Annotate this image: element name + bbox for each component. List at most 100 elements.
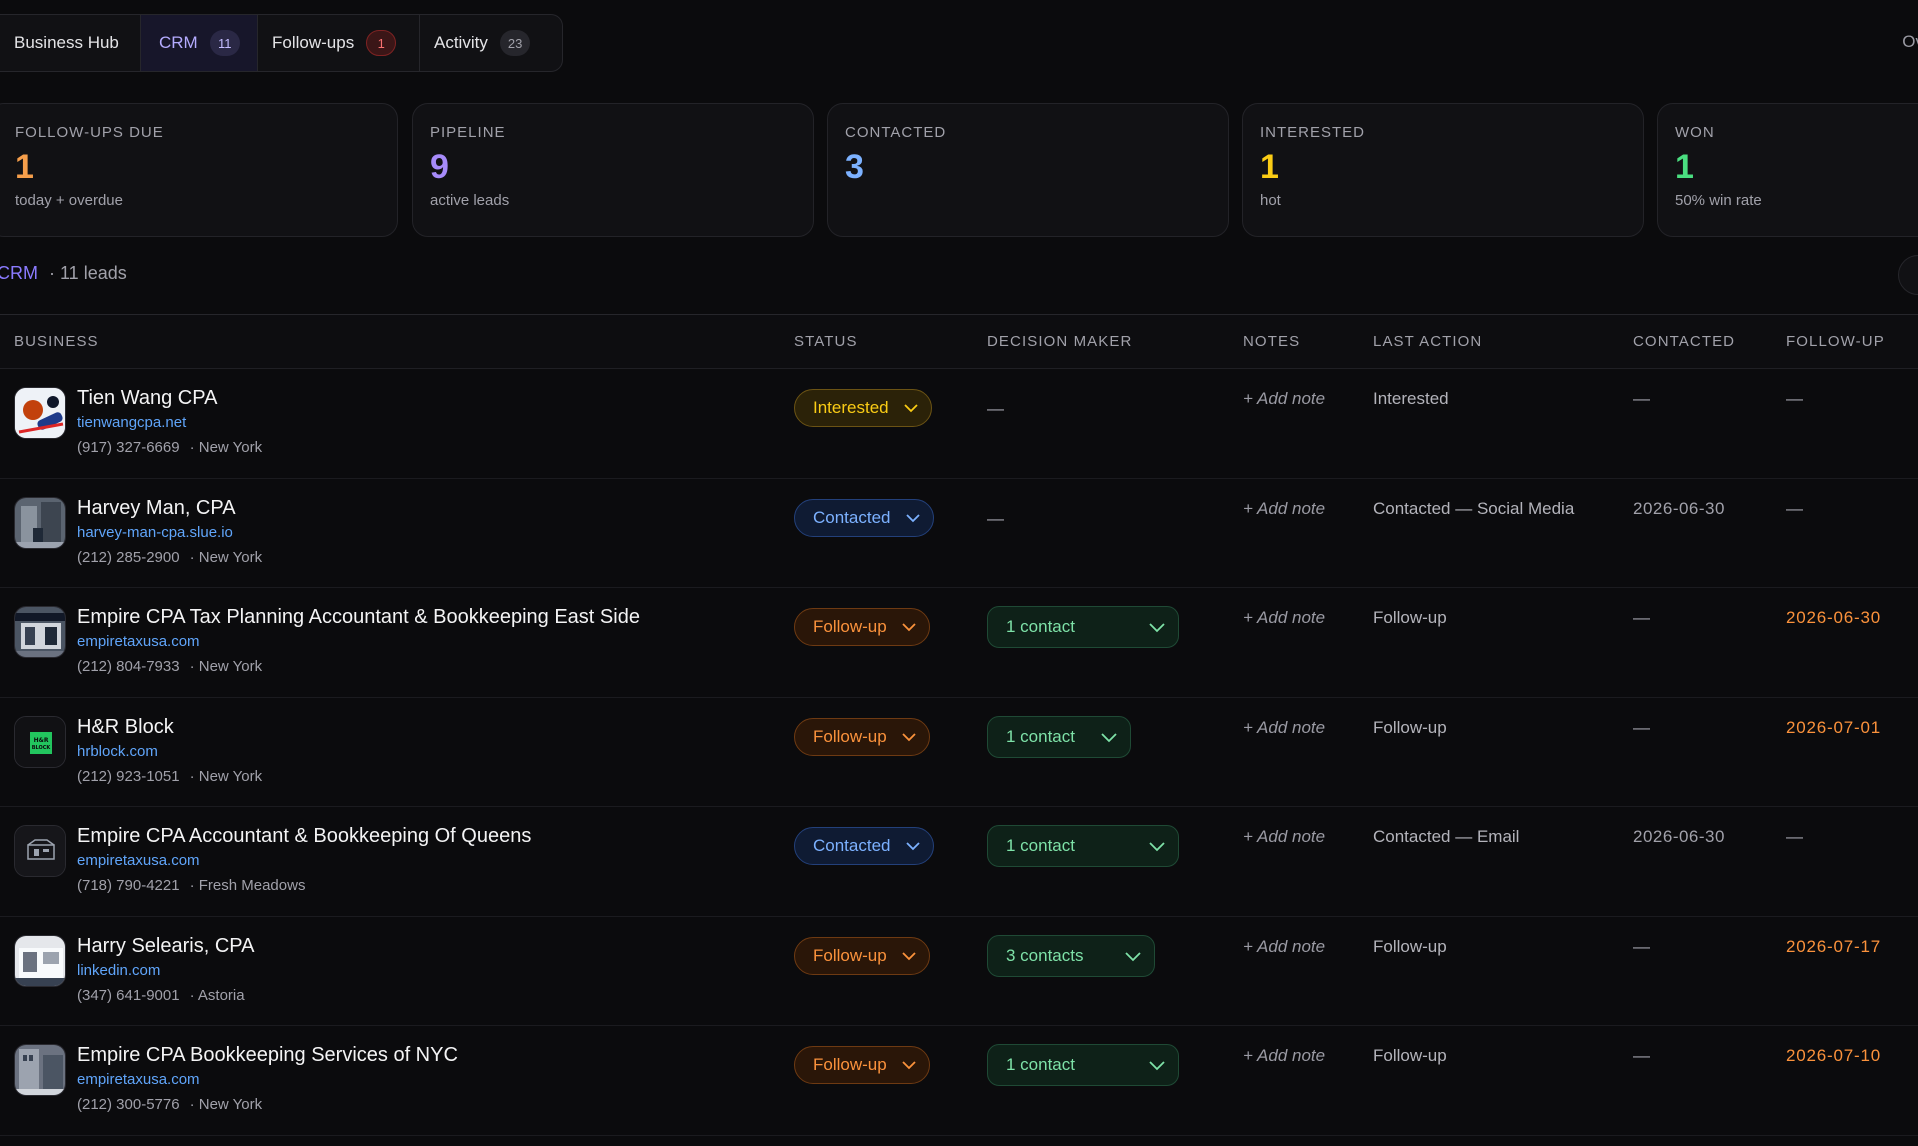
column-header-last-action[interactable]: LAST ACTION (1373, 333, 1482, 350)
stat-value: 3 (845, 148, 864, 186)
table-row[interactable]: Empire CPA Bookkeeping Services of NYC e… (0, 1026, 1918, 1136)
add-note-button[interactable]: + Add note (1243, 389, 1325, 409)
stat-value: 1 (1675, 148, 1694, 186)
status-dropdown[interactable]: Contacted (794, 498, 934, 537)
status-dropdown[interactable]: Follow-up (794, 608, 930, 646)
business-city: · New York (189, 1096, 263, 1113)
leads-table: BUSINESS STATUS DECISION MAKER NOTES LAS… (0, 314, 1918, 1136)
stat-label: FOLLOW-UPS DUE (15, 124, 164, 141)
table-header: BUSINESS STATUS DECISION MAKER NOTES LAS… (0, 314, 1918, 369)
overflow-tab-label[interactable]: Ov (1902, 32, 1918, 52)
decision-maker-dropdown[interactable]: 1 contact (987, 825, 1179, 867)
business-avatar (14, 934, 66, 987)
table-row[interactable]: Empire CPA Accountant & Bookkeeping Of Q… (0, 807, 1918, 917)
column-header-follow-up[interactable]: FOLLOW-UP (1786, 333, 1885, 350)
decision-maker-dropdown[interactable]: 1 contact (987, 1044, 1179, 1086)
add-note-button[interactable]: + Add note (1243, 718, 1325, 738)
business-phone: (718) 790-4221 (77, 877, 180, 894)
business-website-link[interactable]: empiretaxusa.com (77, 852, 200, 869)
tab-label: Business Hub (14, 33, 119, 52)
business-avatar (14, 606, 66, 658)
stat-sub: hot (1260, 192, 1281, 210)
status-dropdown[interactable]: Follow-up (794, 936, 930, 975)
contacted-date: — (1633, 1046, 1651, 1065)
decision-maker-count: 3 contacts (1006, 945, 1084, 965)
tab-follow-ups[interactable]: Follow-ups 1 (258, 15, 420, 71)
status-label: Follow-up (813, 726, 887, 746)
business-name[interactable]: Tien Wang CPA (77, 387, 217, 410)
stat-card-follow-ups-due: FOLLOW-UPS DUE 1 today + overdue (0, 103, 398, 237)
business-phone: (212) 804-7933 (77, 658, 180, 675)
status-dropdown[interactable]: Follow-up (794, 717, 930, 756)
stat-label: PIPELINE (430, 124, 506, 141)
business-website-link[interactable]: empiretaxusa.com (77, 1071, 200, 1088)
business-name[interactable]: Empire CPA Bookkeeping Services of NYC (77, 1044, 458, 1067)
business-name[interactable]: Empire CPA Accountant & Bookkeeping Of Q… (77, 825, 531, 848)
business-website-link[interactable]: linkedin.com (77, 962, 160, 979)
business-phone: (212) 300-5776 (77, 1096, 180, 1113)
business-city: · New York (189, 658, 263, 675)
column-header-business[interactable]: BUSINESS (14, 333, 99, 350)
business-website-link[interactable]: harvey-man-cpa.slue.io (77, 524, 233, 541)
decision-maker-empty: — (987, 399, 1004, 418)
stat-card-contacted: CONTACTED 3 (827, 103, 1229, 237)
add-note-button[interactable]: + Add note (1243, 937, 1325, 957)
stat-card-won: WON 1 50% win rate (1657, 103, 1918, 237)
chevron-down-icon (902, 1061, 916, 1070)
column-header-contacted[interactable]: CONTACTED (1633, 333, 1735, 350)
chevron-down-icon (1125, 951, 1141, 961)
last-action: Contacted — Email (1373, 827, 1520, 846)
follow-up-date: — (1786, 498, 1804, 518)
svg-text:H&R: H&R (34, 737, 49, 744)
business-website-link[interactable]: tienwangcpa.net (77, 414, 186, 431)
business-website-link[interactable]: empiretaxusa.com (77, 633, 200, 650)
business-city: · New York (189, 439, 263, 456)
business-name[interactable]: H&R Block (77, 716, 174, 739)
business-phone: (212) 285-2900 (77, 548, 180, 566)
business-name[interactable]: Empire CPA Tax Planning Accountant & Boo… (77, 606, 640, 629)
tab-count-badge: 1 (366, 30, 397, 56)
decision-maker-dropdown[interactable]: 3 contacts (987, 934, 1155, 977)
follow-up-date: 2026-07-10 (1786, 1046, 1881, 1065)
business-avatar (14, 1044, 66, 1096)
decision-maker-dropdown[interactable]: 1 contact (987, 715, 1131, 758)
tab-crm[interactable]: CRM 11 (141, 15, 258, 71)
status-label: Follow-up (813, 945, 887, 965)
add-note-button[interactable]: + Add note (1243, 1046, 1325, 1066)
business-website-link[interactable]: hrblock.com (77, 743, 158, 760)
business-contact-meta: (718) 790-4221 · Fresh Meadows (77, 877, 305, 894)
business-avatar (14, 387, 66, 439)
business-phone: (347) 641-9001 (77, 986, 180, 1004)
stat-sub: today + overdue (15, 192, 123, 210)
tab-business-hub[interactable]: Business Hub (0, 15, 141, 71)
table-row[interactable]: H&R BLOCK H&R Block hrblock.com (212) 923… (0, 698, 1918, 807)
last-action: Follow-up (1373, 936, 1447, 956)
main-tabs: Business Hub CRM 11 Follow-ups 1 Activit… (0, 14, 563, 72)
stat-value: 1 (1260, 148, 1279, 186)
stat-sub: active leads (430, 192, 510, 210)
table-row[interactable]: Harvey Man, CPA harvey-man-cpa.slue.io (… (0, 479, 1918, 588)
column-header-notes[interactable]: NOTES (1243, 333, 1300, 350)
follow-up-date: 2026-06-30 (1786, 608, 1881, 627)
decision-maker-dropdown[interactable]: 1 contact (987, 606, 1179, 648)
status-dropdown[interactable]: Interested (794, 389, 932, 427)
column-header-decision-maker[interactable]: DECISION MAKER (987, 333, 1132, 350)
status-dropdown[interactable]: Follow-up (794, 1046, 930, 1084)
add-note-button[interactable]: + Add note (1243, 827, 1325, 847)
status-dropdown[interactable]: Contacted (794, 827, 934, 865)
add-note-button[interactable]: + Add note (1243, 499, 1325, 519)
table-row[interactable]: Empire CPA Tax Planning Accountant & Boo… (0, 588, 1918, 698)
contacted-date: — (1633, 936, 1651, 956)
tab-label: CRM (159, 33, 198, 52)
svg-text:BLOCK: BLOCK (32, 745, 52, 751)
add-note-button[interactable]: + Add note (1243, 608, 1325, 628)
business-name[interactable]: Harry Selearis, CPA (77, 935, 254, 958)
table-row[interactable]: Harry Selearis, CPA linkedin.com (347) 6… (0, 917, 1918, 1026)
status-label: Follow-up (813, 617, 887, 636)
column-header-status[interactable]: STATUS (794, 333, 858, 350)
section-action-button[interactable] (1898, 255, 1918, 295)
tab-activity[interactable]: Activity 23 (420, 15, 562, 71)
table-row[interactable]: Tien Wang CPA tienwangcpa.net (917) 327-… (0, 369, 1918, 479)
business-name[interactable]: Harvey Man, CPA (77, 497, 236, 520)
section-heading: CRM · 11 leads (0, 263, 127, 284)
